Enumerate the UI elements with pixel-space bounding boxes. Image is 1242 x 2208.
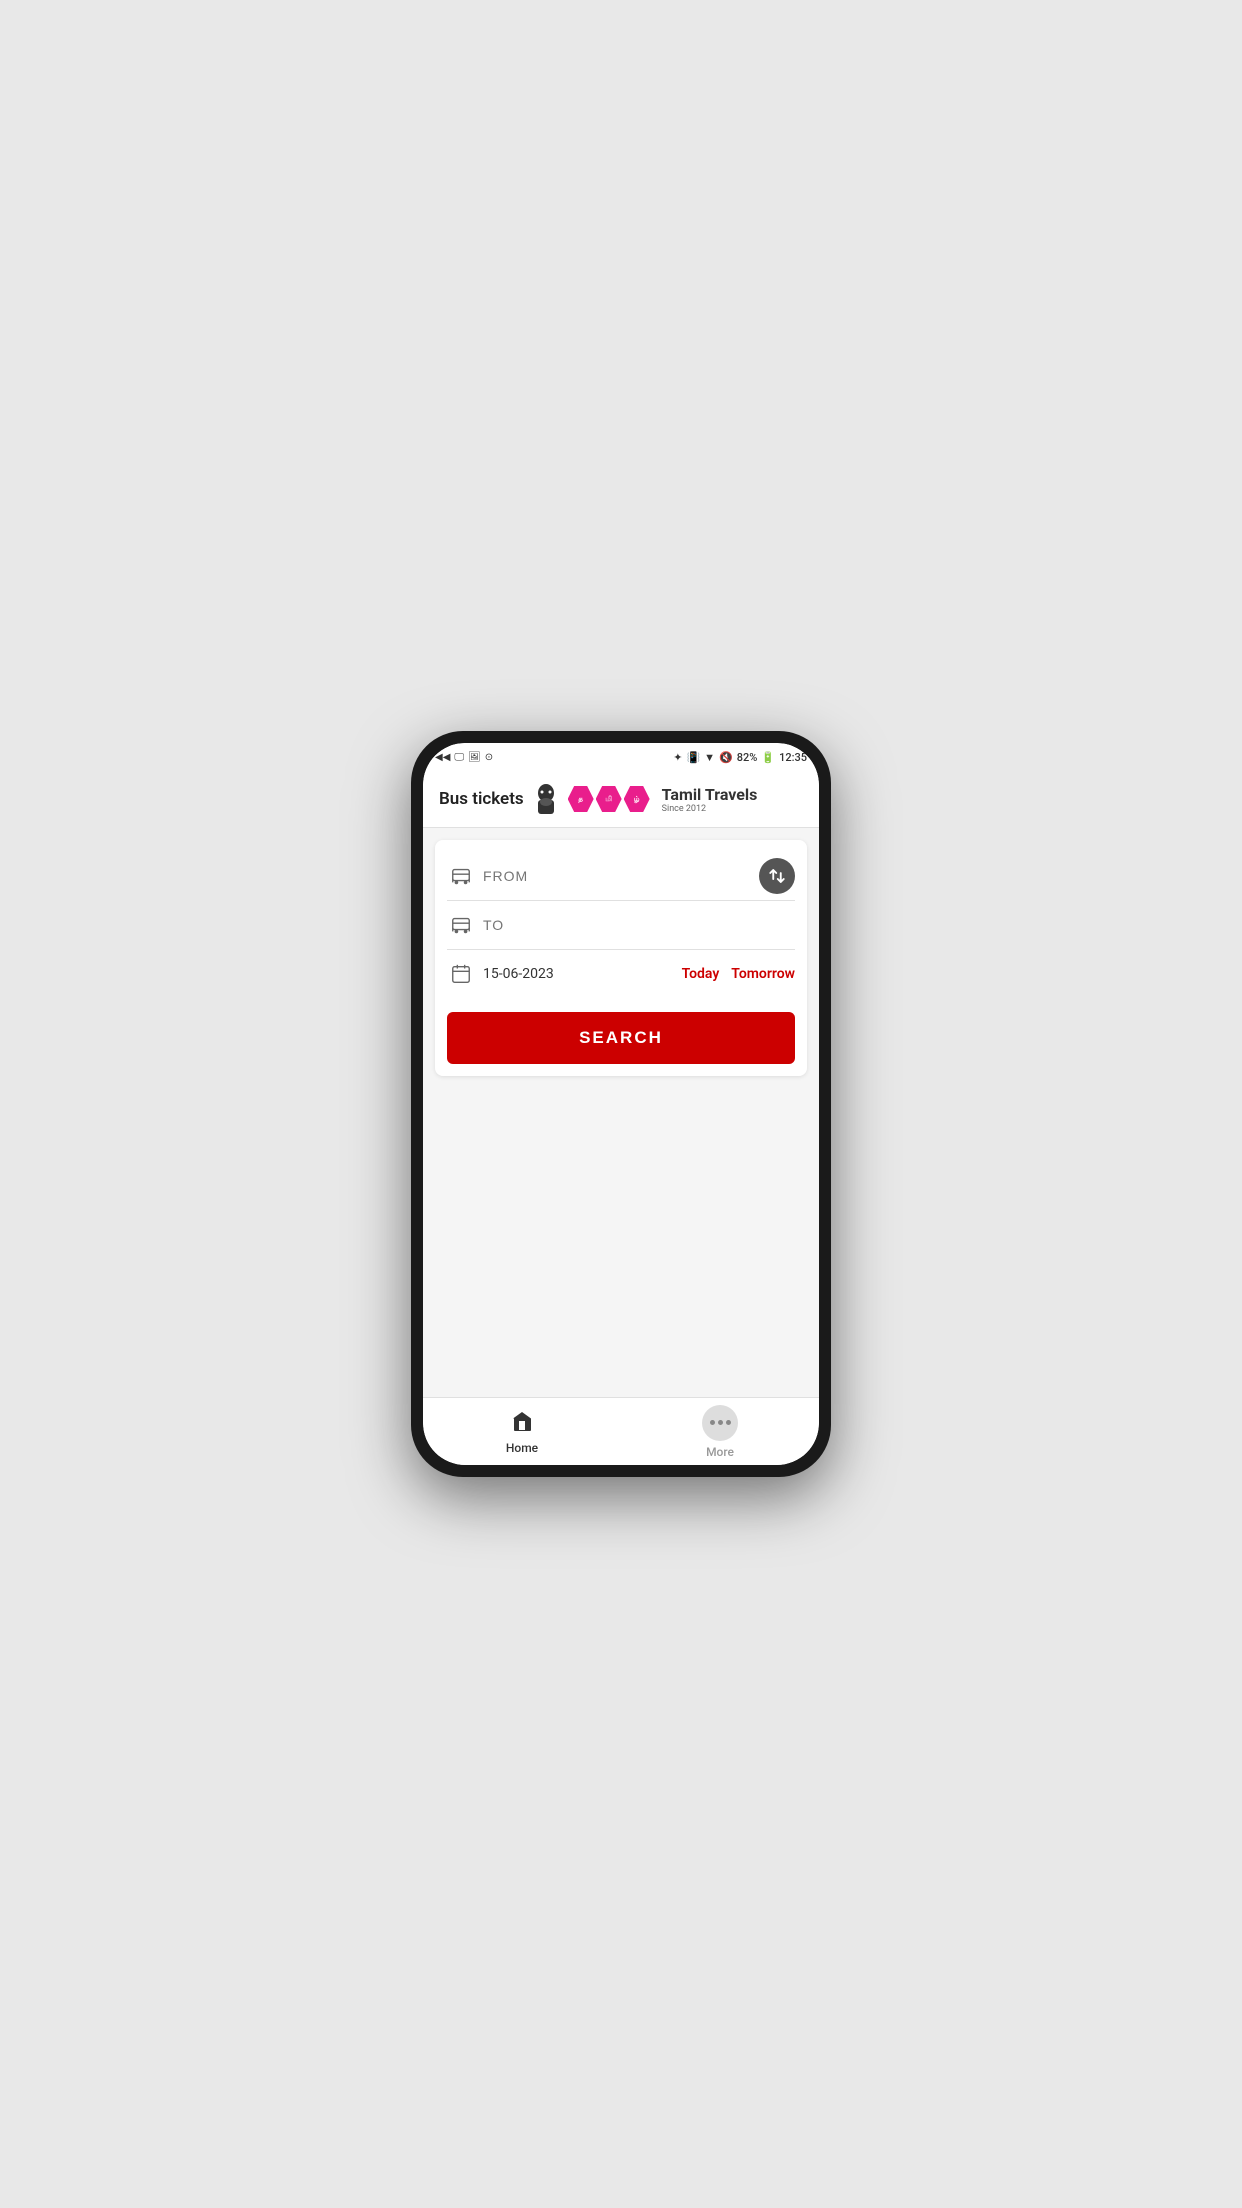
bottom-nav: Home More [423,1397,819,1465]
more-icon [702,1405,738,1441]
app-header: Bus tickets [423,771,819,828]
tomorrow-button[interactable]: Tomorrow [731,966,795,982]
bluetooth-icon: ✦ [673,751,682,764]
home-svg [510,1409,534,1433]
hex-text-1: த [578,795,583,804]
home-icon [510,1409,534,1437]
dot-1 [710,1420,715,1425]
swap-icon [768,867,786,885]
status-bar: ◀◀ 🖵 🖼 ⊙ ✦ 📳 ▼ 🔇 82% 🔋 12:35 [423,743,819,771]
to-bus-icon [447,911,475,939]
nav-more[interactable]: More [621,1397,819,1466]
date-row: 15-06-2023 Today Tomorrow [447,950,795,998]
status-right-icons: ✦ 📳 ▼ 🔇 82% 🔋 12:35 [673,751,807,764]
today-button[interactable]: Today [682,966,720,982]
screen-icon: 🖵 [454,752,464,763]
content-area [423,1088,819,1397]
search-button[interactable]: SEARCH [447,1012,795,1064]
logo-figure [532,783,560,815]
phone-inner: ◀◀ 🖵 🖼 ⊙ ✦ 📳 ▼ 🔇 82% 🔋 12:35 Bus ticke [423,743,819,1465]
home-label: Home [506,1441,538,1455]
screen: ◀◀ 🖵 🖼 ⊙ ✦ 📳 ▼ 🔇 82% 🔋 12:35 Bus ticke [423,743,819,1465]
back-icon-1: ◀◀ [435,752,450,763]
hex-text-2: மி [605,795,612,804]
wifi-icon: ▼ [704,751,715,764]
battery-text: 82% [737,751,758,764]
from-field-row [447,852,795,901]
bus-from-svg [450,865,472,887]
bus-tickets-title: Bus tickets [439,789,524,809]
more-label: More [706,1445,734,1459]
from-input[interactable] [475,868,795,884]
circle-icon: ⊙ [485,752,493,763]
bus-to-svg [450,914,472,936]
phone-frame: ◀◀ 🖵 🖼 ⊙ ✦ 📳 ▼ 🔇 82% 🔋 12:35 Bus ticke [411,731,831,1477]
hex-2: மி [596,786,622,812]
battery-icon: 🔋 [761,751,775,764]
from-bus-icon [447,862,475,890]
status-left-icons: ◀◀ 🖵 🖼 ⊙ [435,752,493,763]
brand-since: Since 2012 [662,804,758,814]
hex-text-3: ழ் [634,795,640,804]
dot-3 [726,1420,731,1425]
person-logo-svg [532,783,560,817]
date-value: 15-06-2023 [475,966,682,982]
calendar-icon [447,960,475,988]
mute-icon: 🔇 [719,751,733,764]
to-input[interactable] [475,917,795,933]
logo-hexagons: த மி ழ் [568,786,650,812]
dot-2 [718,1420,723,1425]
search-form: 15-06-2023 Today Tomorrow SEARCH [435,840,807,1076]
brand-name: Tamil Travels [662,785,758,804]
hex-3: ழ் [624,786,650,812]
brand-text-area: Tamil Travels Since 2012 [662,785,758,814]
date-shortcuts: Today Tomorrow [682,966,795,982]
swap-button[interactable] [759,858,795,894]
hex-1: த [568,786,594,812]
image-icon: 🖼 [468,752,481,763]
calendar-svg [450,963,472,985]
to-field-row [447,901,795,950]
vibrate-icon: 📳 [686,751,700,764]
nav-home[interactable]: Home [423,1401,621,1463]
clock: 12:35 [779,751,807,764]
